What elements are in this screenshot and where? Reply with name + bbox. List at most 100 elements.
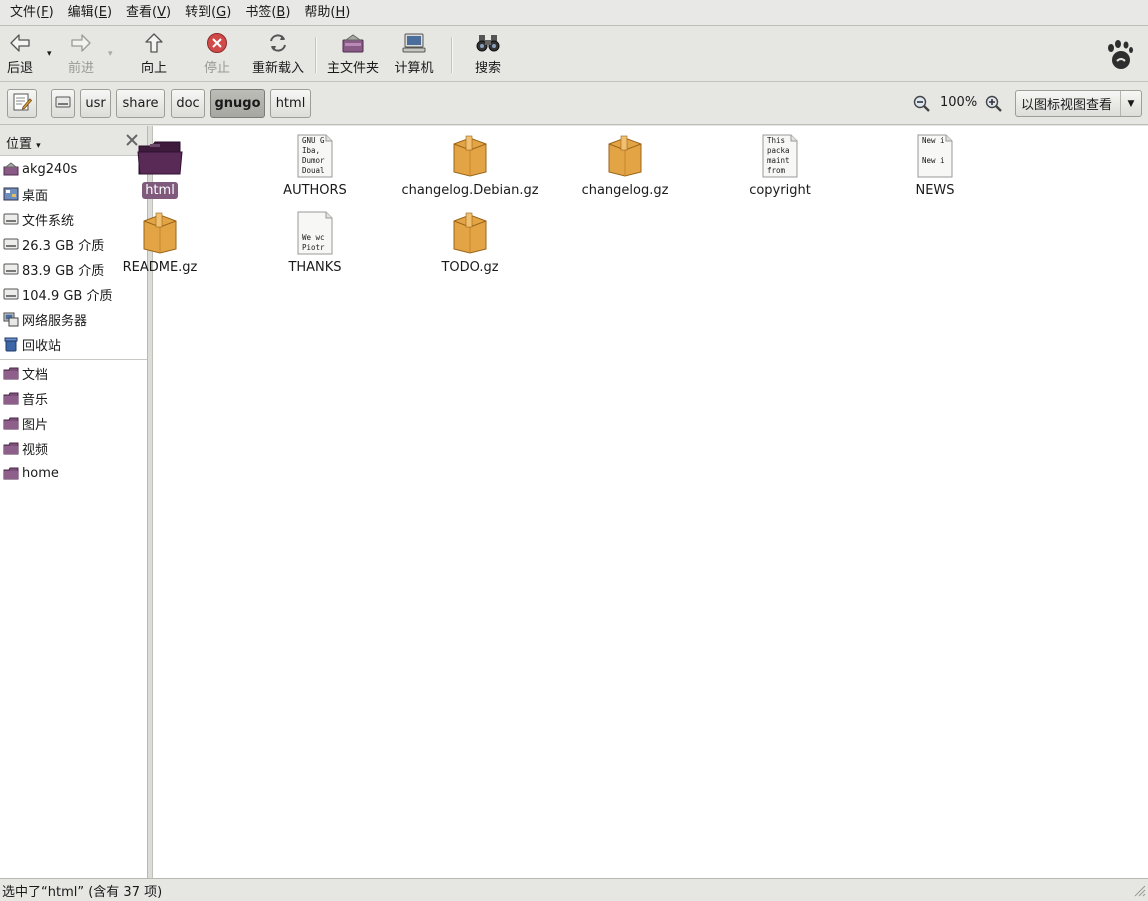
zoom-in-icon xyxy=(985,95,1002,112)
zoom-level: 100% xyxy=(940,95,978,110)
view-mode-select[interactable]: 以图标视图查看 ▼ xyxy=(1015,90,1142,117)
sidebar-item-label: home xyxy=(22,465,59,481)
folder-icon xyxy=(135,132,185,178)
text-icon: This packa maint from xyxy=(755,132,805,178)
back-history-dropdown[interactable]: ▾ xyxy=(47,49,52,59)
home-folder-icon xyxy=(341,31,365,55)
zoom-out-icon xyxy=(913,95,930,112)
menu-go[interactable]: 转到(G) xyxy=(178,0,238,26)
reload-button[interactable]: 重新载入 xyxy=(250,31,306,77)
sidebar-title-dropdown[interactable]: 位置 ▾ xyxy=(6,133,41,152)
text-icon: GNU G Iba, Dumor Doual xyxy=(290,132,340,178)
sidebar-divider xyxy=(0,359,147,360)
toolbar-separator xyxy=(451,37,453,73)
sidebar-place-7[interactable]: 回收站 xyxy=(0,332,147,356)
text-icon: We wc Piotr xyxy=(290,209,340,255)
up-button[interactable]: 向上 xyxy=(139,31,169,77)
path-root-button[interactable] xyxy=(51,89,75,118)
file-name: html xyxy=(142,182,178,199)
folder-icon xyxy=(3,415,19,431)
desktop-icon xyxy=(3,186,19,202)
sidebar-bookmark-0[interactable]: 文档 xyxy=(0,361,147,385)
file-icon-view[interactable]: html GNU G Iba, Dumor Doual AUTHORS changelog.… xyxy=(123,126,1148,878)
reload-icon xyxy=(266,31,290,55)
file-name: copyright xyxy=(749,183,811,198)
file-name: THANKS xyxy=(288,260,342,275)
trash-icon xyxy=(3,336,19,352)
file-name: TODO.gz xyxy=(441,260,499,275)
text-preview: New i New i xyxy=(922,136,945,165)
file-item-authors[interactable]: GNU G Iba, Dumor Doual AUTHORS xyxy=(240,132,390,202)
binoculars-icon xyxy=(476,31,500,55)
text-icon: New i New i xyxy=(910,132,960,178)
folder-icon xyxy=(3,440,19,456)
back-button[interactable]: 后退 xyxy=(4,31,36,77)
menubar: 文件(F) 编辑(E) 查看(V) 转到(G) 书签(B) 帮助(H) xyxy=(0,0,1148,26)
file-item-news[interactable]: New i New i NEWS xyxy=(860,132,1010,202)
forward-history-dropdown[interactable]: ▾ xyxy=(108,49,113,59)
toggle-location-entry-button[interactable] xyxy=(7,89,37,118)
text-preview: GNU G Iba, Dumor Doual xyxy=(302,136,325,175)
path-segment-doc[interactable]: doc xyxy=(171,89,205,118)
computer-button[interactable]: 计算机 xyxy=(393,31,435,77)
path-segment-share[interactable]: share xyxy=(116,89,165,118)
menu-help[interactable]: 帮助(H) xyxy=(297,0,357,26)
path-segment-gnugo[interactable]: gnugo xyxy=(210,89,265,118)
stop-icon xyxy=(205,31,229,55)
sidebar-item-label: 回收站 xyxy=(22,338,62,354)
drive-icon xyxy=(3,211,19,227)
sidebar-place-5[interactable]: 104.9 GB 介质 xyxy=(0,282,147,306)
folder-icon xyxy=(3,365,19,381)
sidebar-bookmark-2[interactable]: 图片 xyxy=(0,411,147,435)
sidebar-bookmark-1[interactable]: 音乐 xyxy=(0,386,147,410)
toolbar: 后退 ▾ 前进 ▾ 向上 停止 重新载入 主文件夹 计算机 搜索 xyxy=(0,27,1148,82)
menu-bookmarks[interactable]: 书签(B) xyxy=(238,0,297,26)
resize-grip[interactable] xyxy=(1132,883,1146,897)
forward-arrow-icon xyxy=(69,31,93,55)
chevron-down-icon: ▾ xyxy=(36,141,41,151)
sidebar-item-label: 图片 xyxy=(22,417,49,433)
folder-icon xyxy=(3,390,19,406)
drive-icon xyxy=(3,286,19,302)
file-item-changelog-debian-gz[interactable]: changelog.Debian.gz xyxy=(395,132,545,202)
text-preview: This packa maint from xyxy=(767,136,790,175)
file-name: AUTHORS xyxy=(283,183,347,198)
search-button[interactable]: 搜索 xyxy=(473,31,503,77)
file-item-changelog-gz[interactable]: changelog.gz xyxy=(550,132,700,202)
sidebar-item-label: akg240s xyxy=(22,161,78,177)
file-item-copyright[interactable]: This packa maint from copyright xyxy=(705,132,855,202)
file-name: changelog.Debian.gz xyxy=(401,183,539,198)
sidebar-place-6[interactable]: 网络服务器 xyxy=(0,307,147,331)
sidebar-item-label: 104.9 GB 介质 xyxy=(22,288,113,304)
menu-view[interactable]: 查看(V) xyxy=(119,0,178,26)
file-name: NEWS xyxy=(915,183,955,198)
path-segment-html[interactable]: html xyxy=(270,89,311,118)
location-bar: usr share doc gnugo html 100% 以图标视图查看 ▼ xyxy=(0,83,1148,125)
menu-edit[interactable]: 编辑(E) xyxy=(61,0,119,26)
file-item-todo-gz[interactable]: TODO.gz xyxy=(395,209,545,279)
drive-icon xyxy=(3,261,19,277)
sidebar-item-label: 网络服务器 xyxy=(22,313,88,329)
menu-file[interactable]: 文件(F) xyxy=(3,0,61,26)
file-item-thanks[interactable]: We wc Piotr THANKS xyxy=(240,209,390,279)
sidebar-item-label: 音乐 xyxy=(22,392,49,408)
status-text: 选中了“html” (含有 37 项) xyxy=(2,885,163,900)
file-item-readme-gz[interactable]: README.gz xyxy=(85,209,235,279)
folder-icon xyxy=(3,465,19,481)
sidebar-item-label: 文件系统 xyxy=(22,213,75,229)
path-segment-usr[interactable]: usr xyxy=(80,89,111,118)
file-item-html[interactable]: html xyxy=(85,132,235,202)
statusbar: 选中了“html” (含有 37 项) xyxy=(0,878,1148,900)
sidebar-bookmark-3[interactable]: 视频 xyxy=(0,436,147,460)
zoom-in-button[interactable] xyxy=(985,95,1003,113)
sidebar-item-label: 桌面 xyxy=(22,188,49,204)
stop-button[interactable]: 停止 xyxy=(201,31,233,77)
zoom-out-button[interactable] xyxy=(913,95,931,113)
chevron-down-icon: ▼ xyxy=(1120,91,1141,116)
forward-button[interactable]: 前进 xyxy=(64,31,98,77)
edit-location-icon xyxy=(12,92,33,116)
sidebar-bookmark-4[interactable]: home xyxy=(0,461,147,485)
home-button[interactable]: 主文件夹 xyxy=(326,31,380,77)
drive-icon xyxy=(55,95,71,113)
archive-icon xyxy=(445,132,495,178)
